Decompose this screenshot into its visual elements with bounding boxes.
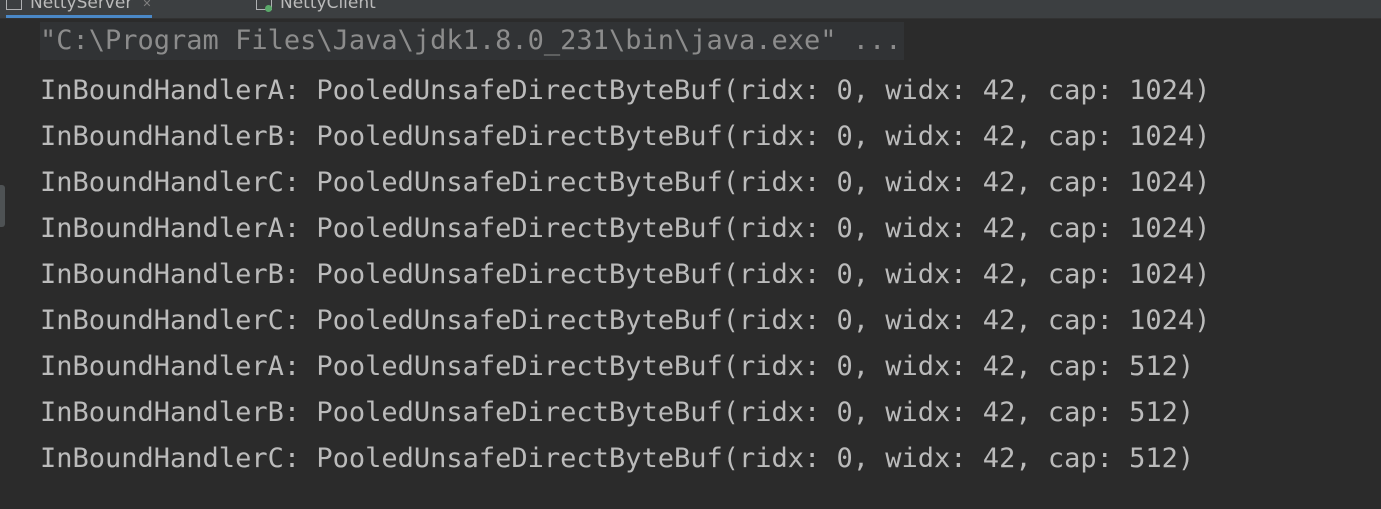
tab-nettyclient[interactable]: NettyClient xyxy=(256,0,376,15)
console-line: InBoundHandlerB: PooledUnsafeDirectByteB… xyxy=(40,121,1211,152)
console-line: InBoundHandlerC: PooledUnsafeDirectByteB… xyxy=(40,167,1211,198)
tab-label: NettyServer xyxy=(30,0,133,13)
run-console-window: NettyServer ✕ NettyClient "C:\Program Fi… xyxy=(0,0,1381,509)
command-line-row: "C:\Program Files\Java\jdk1.8.0_231\bin\… xyxy=(40,22,1381,68)
application-icon xyxy=(6,0,22,10)
console-line: InBoundHandlerA: PooledUnsafeDirectByteB… xyxy=(40,213,1211,244)
command-line[interactable]: "C:\Program Files\Java\jdk1.8.0_231\bin\… xyxy=(40,22,904,60)
console-line: InBoundHandlerA: PooledUnsafeDirectByteB… xyxy=(40,75,1211,106)
console-line: InBoundHandlerC: PooledUnsafeDirectByteB… xyxy=(40,305,1211,336)
scrollbar-thumb[interactable] xyxy=(0,185,5,227)
tab-nettyserver[interactable]: NettyServer ✕ xyxy=(6,0,152,18)
close-icon[interactable]: ✕ xyxy=(142,0,151,10)
console-output[interactable]: "C:\Program Files\Java\jdk1.8.0_231\bin\… xyxy=(40,22,1381,482)
console-line: InBoundHandlerC: PooledUnsafeDirectByteB… xyxy=(40,443,1195,474)
application-running-icon xyxy=(256,0,272,12)
tab-label: NettyClient xyxy=(280,0,376,13)
console-line: InBoundHandlerA: PooledUnsafeDirectByteB… xyxy=(40,351,1195,382)
console-line: InBoundHandlerB: PooledUnsafeDirectByteB… xyxy=(40,397,1195,428)
run-tabs-bar: NettyServer ✕ NettyClient xyxy=(0,0,1381,19)
console-line: InBoundHandlerB: PooledUnsafeDirectByteB… xyxy=(40,259,1211,290)
